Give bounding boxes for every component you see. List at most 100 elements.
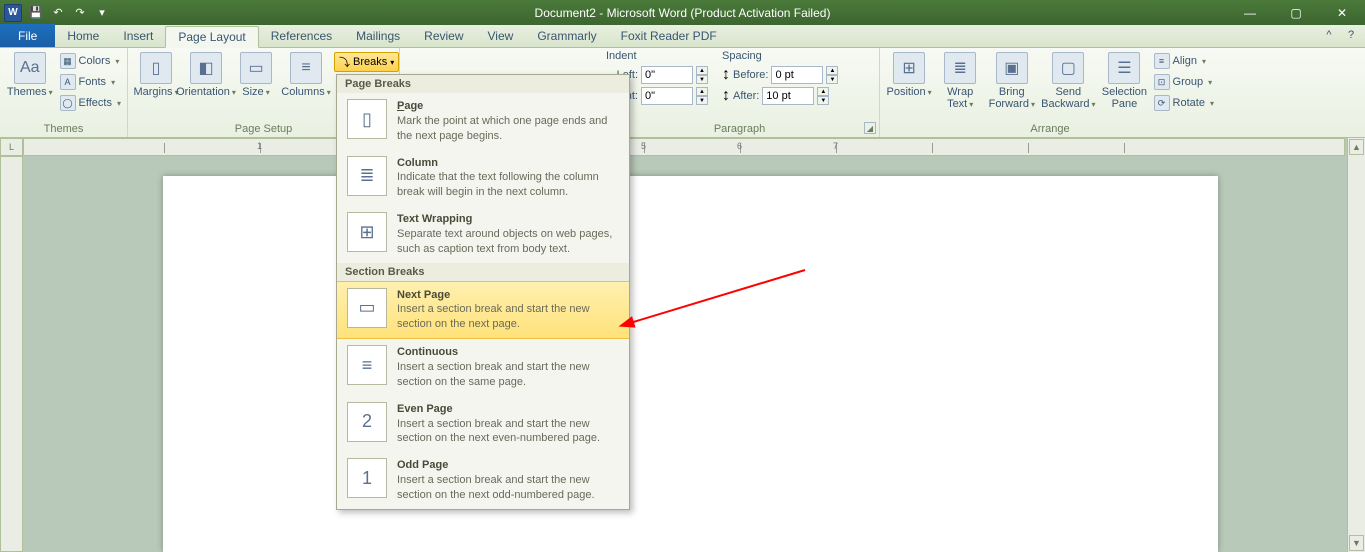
group-paragraph: Indent Left: ▲▼ Right: ▲▼ Spacing ↕ Befo… — [600, 48, 880, 137]
themes-button[interactable]: Aa Themes — [6, 50, 54, 100]
columns-icon: ≡ — [290, 52, 322, 84]
bring-forward-button[interactable]: ▣Bring Forward — [988, 50, 1035, 112]
orientation-icon: ◧ — [190, 52, 222, 84]
tab-review[interactable]: Review — [412, 25, 475, 47]
qat-dropdown-icon[interactable]: ▾ — [94, 5, 110, 21]
colors-icon: ▦ — [60, 53, 76, 69]
break-odd-page[interactable]: 1 Odd PageInsert a section break and sta… — [337, 452, 629, 509]
position-button[interactable]: ⊞Position — [886, 50, 932, 100]
dropdown-section-section-breaks: Section Breaks — [337, 263, 629, 281]
indent-left-input[interactable] — [641, 66, 693, 84]
close-button[interactable]: ✕ — [1319, 0, 1365, 25]
tab-home[interactable]: Home — [55, 25, 111, 47]
break-even-page[interactable]: 2 Even PageInsert a section break and st… — [337, 396, 629, 453]
margins-button[interactable]: ▯Margins — [134, 50, 178, 100]
even-page-break-icon: 2 — [347, 402, 387, 442]
text-wrap-break-icon: ⊞ — [347, 212, 387, 252]
align-icon: ≡ — [1154, 53, 1170, 69]
break-continuous[interactable]: ≡ ContinuousInsert a section break and s… — [337, 339, 629, 396]
help-icon[interactable]: ? — [1343, 27, 1359, 43]
spinner-down[interactable]: ▼ — [696, 96, 708, 105]
spacing-after-input[interactable] — [762, 87, 814, 105]
position-icon: ⊞ — [893, 52, 925, 84]
group-button[interactable]: ⊡Group — [1154, 73, 1214, 91]
spacing-before-icon: ↕ — [722, 66, 730, 84]
file-tab[interactable]: File — [0, 24, 55, 47]
titlebar: W 💾 ↶ ↷ ▾ Document2 - Microsoft Word (Pr… — [0, 0, 1365, 25]
spinner-down[interactable]: ▼ — [826, 75, 838, 84]
tab-page-layout[interactable]: Page Layout — [165, 26, 258, 48]
orientation-button[interactable]: ◧Orientation — [184, 50, 228, 100]
scroll-up-icon[interactable]: ▲ — [1349, 139, 1364, 155]
vertical-scrollbar[interactable]: ▲ ▼ — [1347, 138, 1365, 552]
theme-fonts-button[interactable]: AFonts — [60, 73, 121, 91]
rotate-button[interactable]: ⟳Rotate — [1154, 94, 1214, 112]
tab-insert[interactable]: Insert — [111, 25, 165, 47]
effects-icon: ◯ — [60, 95, 76, 111]
break-page[interactable]: ▯ PageMark the point at which one page e… — [337, 93, 629, 150]
minimize-ribbon-icon[interactable]: ^ — [1321, 27, 1337, 43]
break-text-wrapping[interactable]: ⊞ Text WrappingSeparate text around obje… — [337, 206, 629, 263]
vertical-ruler[interactable] — [0, 156, 23, 552]
wrap-text-button[interactable]: ≣Wrap Text — [938, 50, 982, 112]
tab-grammarly[interactable]: Grammarly — [525, 25, 608, 47]
theme-colors-button[interactable]: ▦Colors — [60, 52, 121, 70]
columns-button[interactable]: ≡Columns — [284, 50, 328, 100]
group-themes: Aa Themes ▦Colors AFonts ◯Effects Themes — [0, 48, 128, 137]
column-break-icon: ≣ — [347, 156, 387, 196]
spacing-after-icon: ↕ — [722, 87, 730, 105]
breaks-button[interactable]: ⤵Breaks▾ — [334, 52, 399, 72]
fonts-icon: A — [60, 74, 76, 90]
window-title: Document2 - Microsoft Word (Product Acti… — [535, 6, 831, 20]
spinner-down[interactable]: ▼ — [696, 75, 708, 84]
theme-effects-button[interactable]: ◯Effects — [60, 94, 121, 112]
odd-page-break-icon: 1 — [347, 458, 387, 498]
spinner-up[interactable]: ▲ — [696, 87, 708, 96]
spacing-before-input[interactable] — [771, 66, 823, 84]
minimize-button[interactable]: — — [1227, 0, 1273, 25]
spacing-title: Spacing — [722, 50, 838, 62]
maximize-button[interactable]: ▢ — [1273, 0, 1319, 25]
group-label: Arrange — [886, 123, 1214, 137]
breaks-dropdown: Page Breaks ▯ PageMark the point at whic… — [336, 74, 630, 510]
save-icon[interactable]: 💾 — [28, 5, 44, 21]
document-page[interactable] — [163, 176, 1218, 552]
redo-icon[interactable]: ↷ — [72, 5, 88, 21]
ruler-corner[interactable]: L — [0, 138, 23, 156]
scroll-down-icon[interactable]: ▼ — [1349, 535, 1364, 551]
spinner-up[interactable]: ▲ — [696, 66, 708, 75]
tab-mailings[interactable]: Mailings — [344, 25, 412, 47]
themes-icon: Aa — [14, 52, 46, 84]
undo-icon[interactable]: ↶ — [50, 5, 66, 21]
quick-access-toolbar: W 💾 ↶ ↷ ▾ — [0, 4, 110, 22]
selection-pane-icon: ☰ — [1108, 52, 1140, 84]
spinner-up[interactable]: ▲ — [826, 66, 838, 75]
word-app-icon[interactable]: W — [4, 4, 22, 22]
paragraph-launcher[interactable]: ◢ — [864, 122, 876, 134]
size-button[interactable]: ▭Size — [234, 50, 278, 100]
page-break-icon: ▯ — [347, 99, 387, 139]
selection-pane-button[interactable]: ☰Selection Pane — [1101, 50, 1147, 112]
ribbon-tabs: File Home Insert Page Layout References … — [0, 25, 1365, 48]
spinner-up[interactable]: ▲ — [817, 87, 829, 96]
group-arrange: ⊞Position ≣Wrap Text ▣Bring Forward ▢Sen… — [880, 48, 1220, 137]
send-backward-button[interactable]: ▢Send Backward — [1041, 50, 1095, 112]
break-next-page[interactable]: ▭ Next PageInsert a section break and st… — [337, 281, 629, 340]
tab-foxit[interactable]: Foxit Reader PDF — [609, 25, 729, 47]
wrap-text-icon: ≣ — [944, 52, 976, 84]
break-column[interactable]: ≣ ColumnIndicate that the text following… — [337, 150, 629, 207]
tab-view[interactable]: View — [476, 25, 526, 47]
tab-references[interactable]: References — [259, 25, 344, 47]
indent-title: Indent — [606, 50, 708, 62]
group-label: Paragraph — [606, 123, 873, 137]
indent-right-input[interactable] — [641, 87, 693, 105]
ribbon: Aa Themes ▦Colors AFonts ◯Effects Themes… — [0, 48, 1365, 138]
group-label: Themes — [6, 123, 121, 137]
continuous-break-icon: ≡ — [347, 345, 387, 385]
spinner-down[interactable]: ▼ — [817, 96, 829, 105]
horizontal-ruler[interactable]: 1 2 3 4 5 6 7 — [23, 138, 1345, 156]
next-page-break-icon: ▭ — [347, 288, 387, 328]
dropdown-section-page-breaks: Page Breaks — [337, 75, 629, 93]
align-button[interactable]: ≡Align — [1154, 52, 1214, 70]
breaks-icon: ⤵ — [339, 54, 350, 70]
